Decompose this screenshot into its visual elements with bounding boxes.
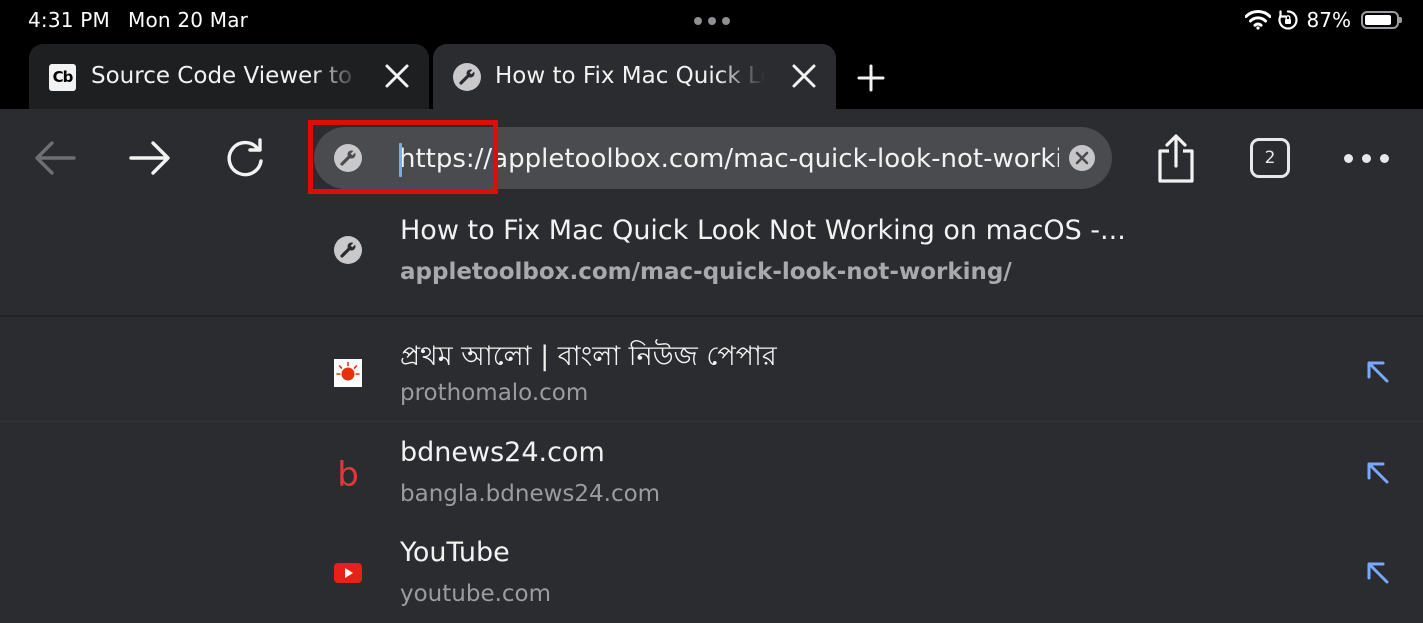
orientation-lock-icon — [1277, 10, 1298, 30]
more-menu-icon[interactable] — [1344, 154, 1390, 164]
suggestion-top-hit[interactable]: How to Fix Mac Quick Look Not Working on… — [0, 207, 1423, 315]
suggestion-title: bdnews24.com — [400, 437, 605, 468]
share-icon[interactable] — [1152, 133, 1200, 185]
suggestion-url: bangla.bdnews24.com — [400, 481, 661, 507]
prothomalo-sun-icon — [334, 359, 362, 387]
new-tab-plus-icon[interactable] — [855, 62, 887, 94]
divider — [0, 315, 1423, 317]
suggestion-url: appletoolbox.com/mac-quick-look-not-work… — [400, 259, 1012, 285]
battery-icon — [1361, 11, 1402, 29]
tab-switcher-button[interactable]: 2 — [1250, 138, 1290, 178]
append-to-address-bar-arrow-icon[interactable] — [1365, 359, 1391, 385]
url-text[interactable]: https://appletoolbox.com/mac-quick-look-… — [399, 143, 1059, 175]
forward-arrow-icon[interactable] — [127, 137, 173, 179]
divider — [0, 421, 1423, 422]
suggestion-item[interactable]: b bdnews24.com bangla.bdnews24.com — [0, 423, 1423, 523]
tab-title: Source Code Viewer to View — [91, 63, 361, 89]
top-bar: 4:31 PM Mon 20 Mar 87% Cb Source Code Vi… — [0, 0, 1423, 109]
back-arrow-icon[interactable] — [32, 137, 78, 179]
wrench-icon — [334, 236, 362, 264]
battery-percent: 87% — [1306, 8, 1351, 32]
multitasking-dots-icon[interactable] — [694, 17, 730, 25]
suggestion-item[interactable]: প্রথম আলো | বাংলা নিউজ পেপার prothomalo.… — [0, 322, 1423, 422]
tab-source-code-viewer[interactable]: Cb Source Code Viewer to View — [29, 44, 429, 109]
tab-title: How to Fix Mac Quick Look Not Working — [495, 63, 765, 89]
suggestion-title: প্রথম আলো | বাংলা নিউজ পেপার — [400, 341, 777, 372]
suggestion-title: How to Fix Mac Quick Look Not Working on… — [400, 215, 1126, 246]
close-tab-icon[interactable] — [790, 62, 818, 90]
bdnews-b-icon: b — [337, 455, 359, 495]
browser-toolbar: https://appletoolbox.com/mac-quick-look-… — [0, 109, 1423, 207]
close-tab-icon[interactable] — [383, 62, 411, 90]
suggestion-item[interactable]: YouTube youtube.com — [0, 523, 1423, 623]
omnibox-suggestions: How to Fix Mac Quick Look Not Working on… — [0, 207, 1423, 621]
reload-icon[interactable] — [222, 137, 268, 179]
highlight-annotation-box — [308, 120, 498, 194]
suggestion-url: youtube.com — [400, 581, 552, 607]
append-to-address-bar-arrow-icon[interactable] — [1365, 560, 1391, 586]
append-to-address-bar-arrow-icon[interactable] — [1365, 460, 1391, 486]
cb-logo-icon: Cb — [49, 64, 76, 91]
tab-how-to-fix-mac-quick-look[interactable]: How to Fix Mac Quick Look Not Working — [433, 44, 836, 109]
wifi-icon — [1244, 10, 1271, 30]
status-indicators: 87% — [1244, 6, 1402, 34]
clear-url-icon[interactable] — [1068, 144, 1096, 172]
suggestion-url: prothomalo.com — [400, 380, 589, 406]
status-date: Mon 20 Mar — [128, 8, 249, 32]
youtube-icon — [334, 563, 362, 583]
status-time: 4:31 PM — [28, 8, 110, 32]
wrench-icon — [453, 63, 481, 91]
suggestion-title: YouTube — [400, 537, 510, 568]
